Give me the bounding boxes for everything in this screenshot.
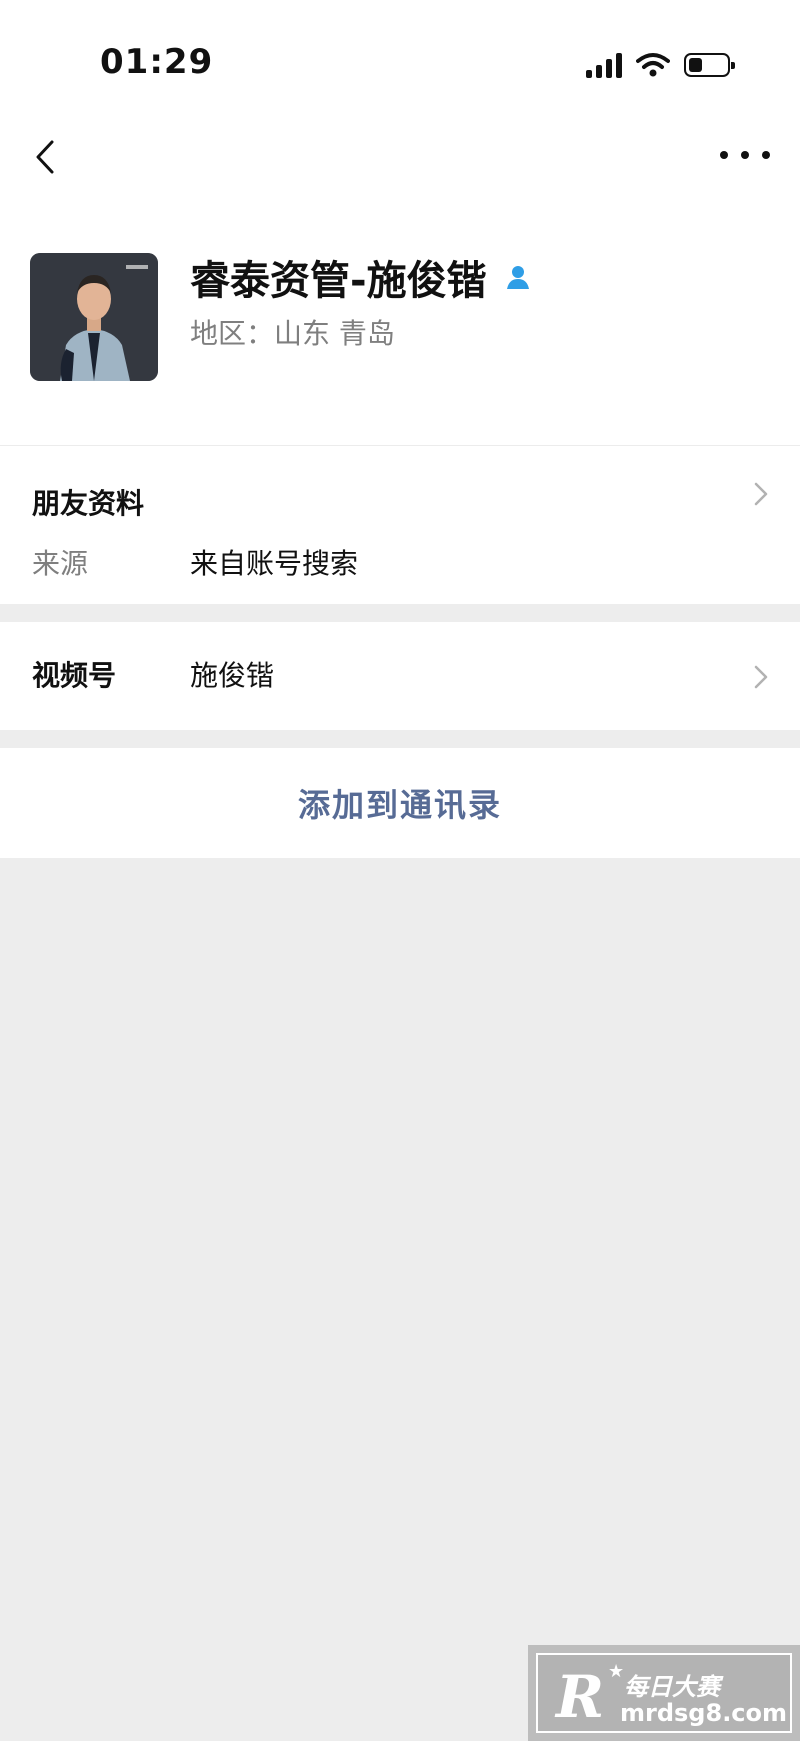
watermark-r-icon: R	[556, 1663, 605, 1731]
watermark-logo: R ★ 每日大赛 mrdsg8.com	[528, 1645, 800, 1741]
chevron-right-icon	[754, 665, 768, 689]
watermark-brand: 每日大赛	[624, 1673, 720, 1701]
add-to-contacts-label: 添加到通讯录	[297, 786, 502, 824]
chevron-right-icon	[754, 482, 768, 506]
channels-row[interactable]: 视频号 施俊锴	[0, 622, 800, 730]
star-icon: ★	[608, 1661, 625, 1682]
nav-bar	[0, 110, 800, 200]
avatar[interactable]	[30, 253, 158, 381]
source-value: 来自账号搜索	[190, 547, 359, 580]
profile-region: 地区：山东 青岛	[190, 317, 395, 350]
wifi-icon	[636, 53, 670, 77]
status-bar: 01:29	[0, 0, 800, 100]
more-icon[interactable]	[720, 140, 770, 170]
status-time: 01:29	[100, 42, 214, 82]
back-icon[interactable]	[28, 132, 68, 182]
watermark-url: mrdsg8.com	[620, 1699, 788, 1727]
friend-info-card[interactable]: 朋友资料 来源 来自账号搜索	[0, 445, 800, 604]
status-icons	[586, 48, 735, 82]
profile-name-row: 睿泰资管-施俊锴	[190, 248, 533, 306]
channels-value: 施俊锴	[190, 659, 275, 692]
profile-name: 睿泰资管-施俊锴	[190, 258, 487, 304]
source-label: 来源	[32, 547, 89, 580]
add-to-contacts-button[interactable]: 添加到通讯录	[0, 748, 800, 858]
channels-label: 视频号	[32, 659, 117, 692]
battery-icon	[684, 53, 735, 77]
person-icon	[506, 266, 529, 289]
friend-info-title: 朋友资料	[32, 487, 145, 520]
cellular-signal-icon	[586, 52, 622, 78]
